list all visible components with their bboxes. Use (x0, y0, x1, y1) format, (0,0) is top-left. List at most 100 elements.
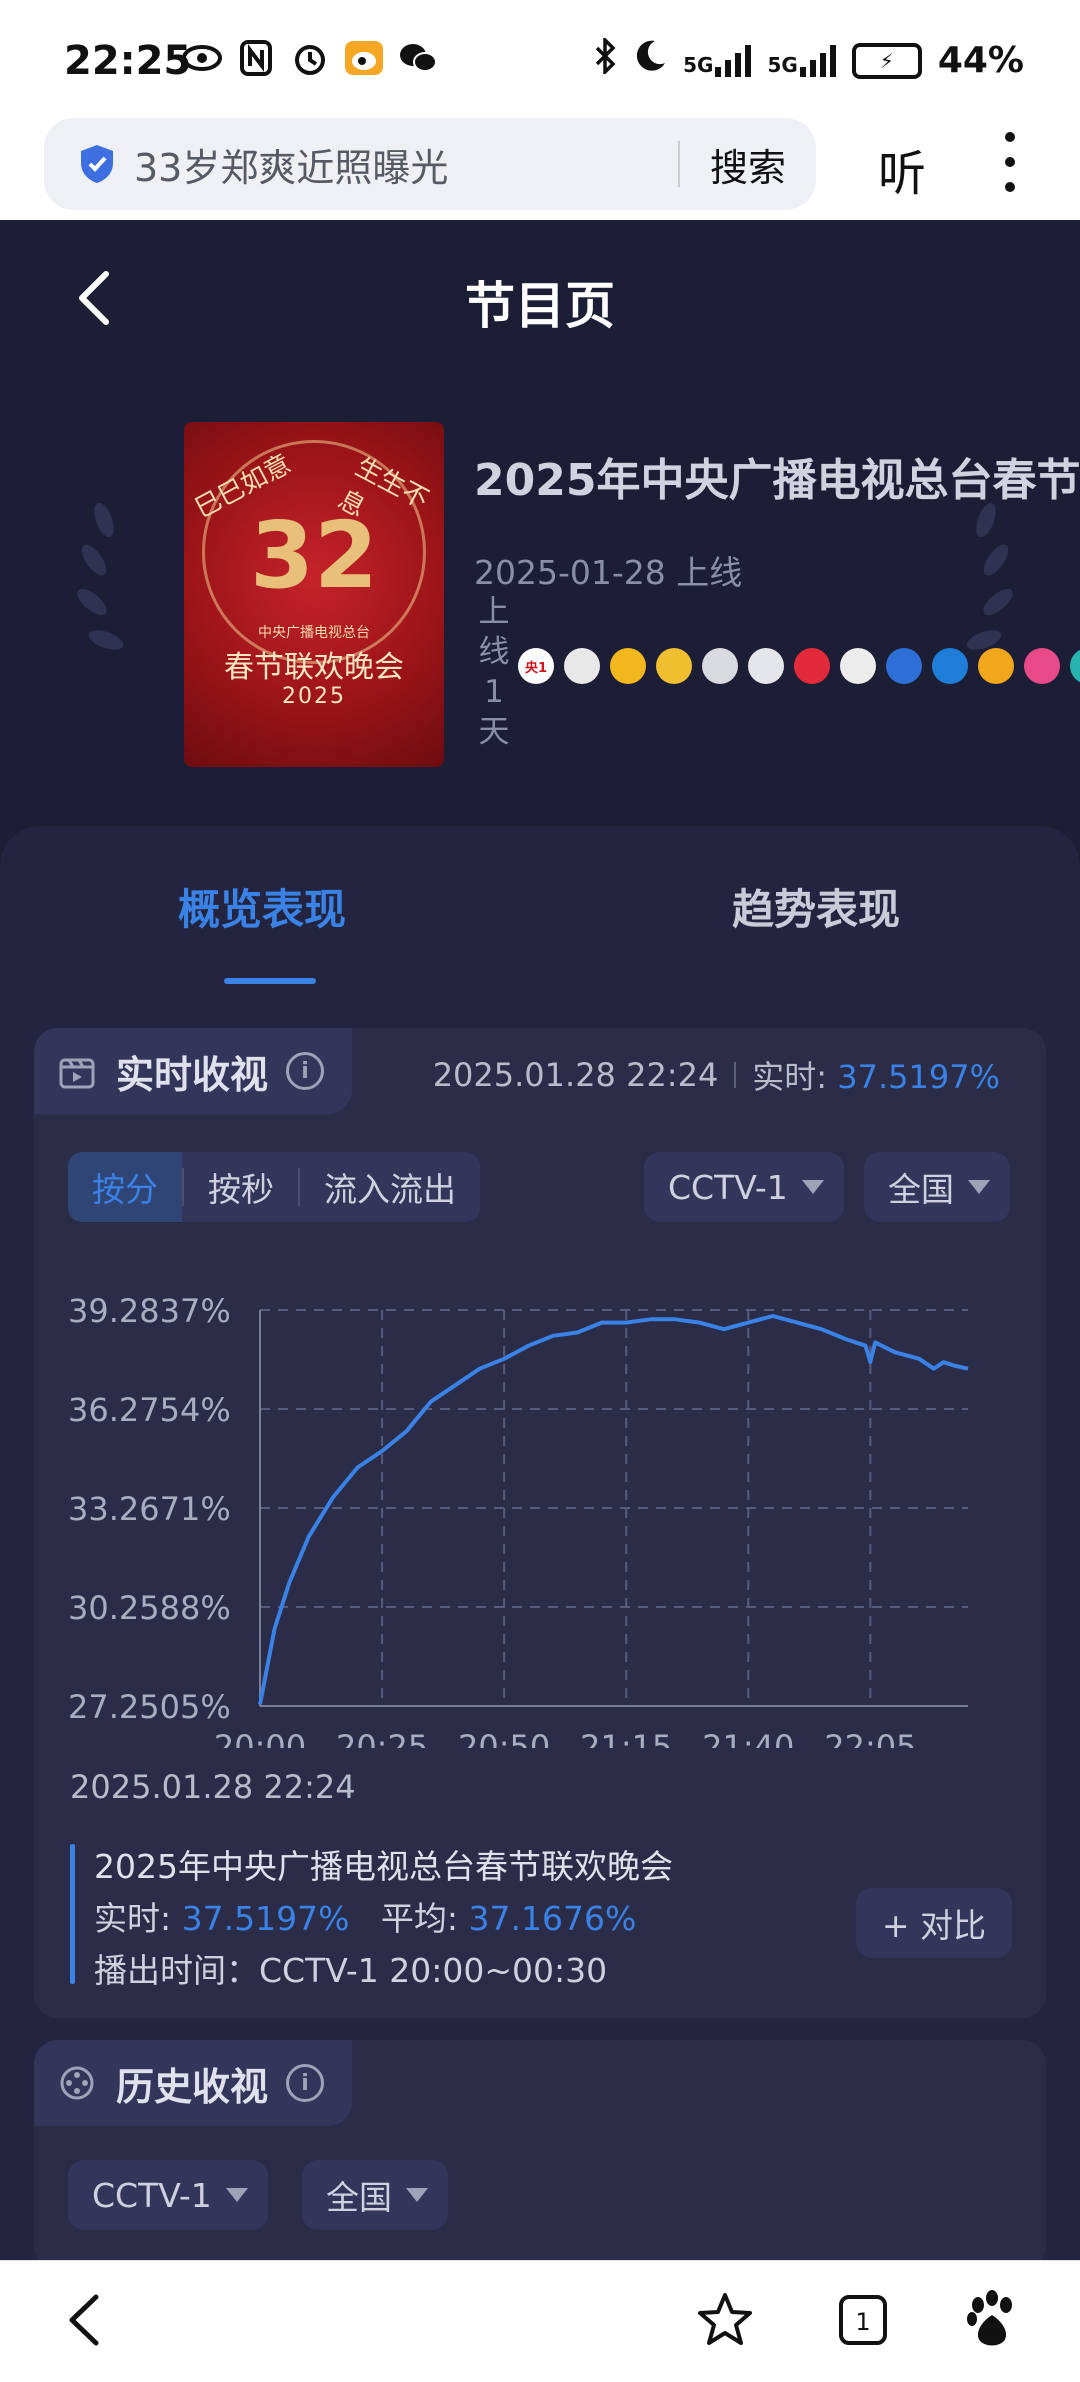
program-poster[interactable]: 巳巳如意 生生不息 32 中央广播电视总台 春节联欢晚会 2025 (184, 422, 444, 767)
search-button[interactable]: 搜索 (680, 137, 816, 192)
realtime-label: 实时: (752, 1058, 828, 1096)
channel-logo (932, 648, 968, 684)
chart-x-tick-label: 21:40 (702, 1728, 794, 1748)
status-right-icons: 5G 5G ⚡ 44% (593, 35, 1024, 83)
tab-active-indicator (224, 978, 316, 984)
channel-logo (978, 648, 1014, 684)
chart-x-tick-label: 22:05 (824, 1728, 916, 1748)
channel-logo (656, 648, 692, 684)
summary-values: 实时: 37.5197% 平均: 37.1676% (94, 1892, 636, 1940)
tab-bar: 概览表现 趋势表现 (0, 826, 1080, 984)
region-select-value: 全国 (888, 1170, 954, 1209)
summary-rt-value: 37.5197% (181, 1899, 350, 1938)
nav-back-icon[interactable] (56, 2289, 118, 2351)
tab-trend[interactable]: 趋势表现 (732, 876, 900, 937)
chevron-down-icon (968, 1180, 990, 1194)
signal-2: 5G (767, 44, 836, 77)
bookmark-star-icon[interactable] (694, 2289, 756, 2351)
channel-logo (794, 648, 830, 684)
browser-bar: 33岁郑爽近照曝光 搜索 听 (0, 118, 1080, 220)
status-bar: 22:25 5G 5G ⚡ 44% (0, 0, 1080, 118)
channel-logo (610, 648, 646, 684)
eye-icon (182, 38, 222, 78)
chevron-down-icon (801, 1180, 824, 1194)
summary-rt-label: 实时: (94, 1899, 182, 1938)
laurel-left-icon (77, 502, 124, 650)
program-release-date: 2025-01-28 上线 (474, 553, 743, 592)
nfc-icon (236, 38, 276, 78)
program-info: 巳巳如意 生生不息 32 中央广播电视总台 春节联欢晚会 2025 2025年中… (0, 400, 1080, 800)
channel-logo-list: 央1 (518, 648, 1080, 684)
search-input[interactable]: 33岁郑爽近照曝光 (134, 137, 678, 192)
status-notification-icons (182, 38, 438, 78)
history-channel-select[interactable]: CCTV-1 (68, 2160, 268, 2230)
granularity-toggle: 按分 按秒 流入流出 (68, 1152, 480, 1222)
browser-bottom-nav: 1 (0, 2260, 1080, 2382)
poster-org: 中央广播电视总台 (258, 625, 370, 641)
channel-select-value: CCTV-1 (668, 1167, 788, 1207)
summary-program: 2025年中央广播电视总台春节联欢晚会 (94, 1847, 673, 1886)
history-region-select[interactable]: 全国 (302, 2160, 448, 2230)
channel-logo (886, 648, 922, 684)
chart-series-line (258, 1314, 969, 1705)
search-box[interactable]: 33岁郑爽近照曝光 搜索 (44, 118, 816, 210)
history-channel-value: CCTV-1 (92, 2175, 212, 2215)
more-menu-icon[interactable] (1000, 132, 1020, 192)
chart-y-tick-label: 27.2505% (68, 1688, 231, 1726)
channel-logo (1070, 648, 1080, 684)
summary-accent-bar (70, 1844, 75, 1984)
info-icon[interactable]: i (286, 1052, 325, 1090)
channel-logo (748, 648, 784, 684)
seg-inflow-outflow[interactable]: 流入流出 (300, 1152, 480, 1222)
tab-overview[interactable]: 概览表现 (178, 876, 346, 937)
svg-text:1: 1 (855, 2308, 870, 2336)
region-select[interactable]: 全国 (864, 1152, 1010, 1222)
baidu-paw-icon[interactable] (962, 2289, 1024, 2351)
seg-by-minute[interactable]: 按分 (68, 1152, 182, 1222)
realtime-meta: 2025.01.28 22:24 实时: 37.5197% (433, 1052, 1000, 1098)
chart-y-tick-label: 36.2754% (68, 1391, 231, 1429)
realtime-header: 实时收视 i (34, 1028, 352, 1114)
tabs-count-icon[interactable]: 1 (832, 2289, 894, 2351)
seg-by-second[interactable]: 按秒 (184, 1152, 298, 1222)
poster-name: 春节联欢晚会 (224, 650, 404, 685)
realtime-title: 实时收视 (116, 1052, 269, 1097)
chart-y-tick-label: 33.2671% (68, 1490, 231, 1528)
listen-button[interactable]: 听 (878, 134, 926, 204)
program-title: 2025年中央广播电视总台春节 (474, 455, 1080, 506)
shield-icon (81, 145, 113, 183)
channel-logo (1024, 648, 1060, 684)
info-icon[interactable]: i (286, 2064, 325, 2102)
chart-x-tick-label: 20:50 (458, 1728, 550, 1748)
chart-x-tick-label: 20:00 (214, 1728, 306, 1748)
chart-x-tick-label: 20:25 (336, 1728, 428, 1748)
realtime-value: 37.5197% (837, 1058, 1000, 1096)
signal-1: 5G (683, 44, 752, 77)
status-time: 22:25 (64, 38, 192, 84)
alarm-icon (290, 38, 330, 78)
summary-airtime: 播出时间：CCTV-1 20:00~00:30 (94, 1951, 608, 1990)
chart-y-tick-label: 30.2588% (68, 1589, 231, 1627)
history-header: 历史收视 i (34, 2040, 352, 2126)
channel-logo (702, 648, 738, 684)
history-panel: 历史收视 i CCTV-1 全国 (34, 2040, 1046, 2270)
wechat-icon (398, 38, 438, 78)
clapperboard-icon (59, 1058, 95, 1089)
history-title: 历史收视 (116, 2064, 269, 2109)
weibo-icon (344, 38, 384, 78)
chevron-down-icon (225, 2188, 248, 2202)
channel-select[interactable]: CCTV-1 (644, 1152, 844, 1222)
app-header: 节目页 (0, 220, 1080, 388)
compare-button[interactable]: + 对比 (856, 1888, 1012, 1958)
bluetooth-icon (593, 35, 617, 83)
overview-card: 概览表现 趋势表现 实时收视 i 2025.01.28 22:24 实时: 37… (0, 826, 1080, 2270)
program-days-online: 上线1天 (478, 594, 510, 750)
battery-level: 44% (937, 40, 1024, 81)
channel-logo (564, 648, 600, 684)
realtime-line-chart[interactable]: 39.2837% 36.2754% 33.2671% 30.2588% 27.2505%… (34, 1248, 1046, 1748)
poster-number: 32 (249, 502, 379, 609)
moon-icon (633, 39, 667, 82)
summary-date: 2025.01.28 22:24 (70, 1768, 356, 1806)
film-reel-icon (60, 2066, 94, 2100)
chart-x-tick-label: 21:15 (580, 1728, 672, 1748)
